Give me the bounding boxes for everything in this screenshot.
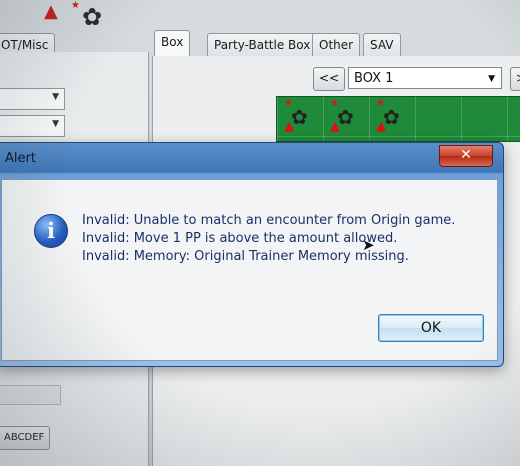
warning-icon: ▲	[284, 119, 294, 134]
box-next-button[interactable]: >	[510, 67, 520, 91]
chevron-down-icon: ▼	[52, 92, 59, 102]
tab-party-battle-box[interactable]: Party-Battle Box	[207, 33, 318, 56]
left-combo-1[interactable]: ▼	[0, 88, 65, 110]
box-slot-3[interactable]: ★ ✿ ▲	[373, 98, 413, 139]
box-select[interactable]: BOX 1 ▼	[348, 67, 502, 89]
tab-other[interactable]: Other	[312, 33, 361, 56]
alert-body: i Invalid: Unable to match an encounter …	[1, 179, 498, 361]
pokemon-sprite-icon: ✿	[82, 3, 103, 31]
alert-message-1: Invalid: Unable to match an encounter fr…	[82, 213, 456, 228]
warning-icon: ▲	[376, 119, 386, 134]
warning-icon: ▲	[44, 1, 58, 22]
screen: ▲ ★ ✿ OT/Misc ▼ ▼ ABCDEF Box Party-Battl…	[0, 0, 520, 466]
box-select-value: BOX 1	[354, 71, 394, 86]
box-grid: ★ ✿ ▲ ★ ✿ ▲ ★ ✿ ▲	[276, 96, 520, 142]
cursor-icon: ➤	[362, 236, 375, 254]
box-slot-2[interactable]: ★ ✿ ▲	[327, 98, 367, 139]
alert-title: Alert	[5, 151, 36, 166]
star-icon: ★	[71, 0, 80, 11]
left-combo-3[interactable]	[0, 385, 61, 405]
chevron-down-icon: ▼	[52, 119, 59, 129]
alert-dialog: Alert ✕ i Invalid: Unable to match an en…	[0, 142, 504, 367]
alert-message-3: Invalid: Memory: Original Trainer Memory…	[82, 249, 409, 264]
box-prev-button[interactable]: <<	[313, 67, 345, 91]
close-button[interactable]: ✕	[439, 145, 493, 167]
close-icon: ✕	[460, 147, 472, 163]
alert-message-2: Invalid: Move 1 PP is above the amount a…	[82, 231, 398, 246]
chevron-down-icon: ▼	[488, 74, 495, 84]
abc-button[interactable]: ABCDEF	[0, 426, 51, 450]
warning-icon: ▲	[330, 119, 340, 134]
left-combo-2[interactable]: ▼	[0, 115, 65, 137]
tab-sav[interactable]: SAV	[363, 33, 401, 56]
info-icon: i	[34, 214, 68, 248]
box-slot-1[interactable]: ★ ✿ ▲	[281, 98, 321, 139]
tab-box[interactable]: Box	[154, 30, 191, 56]
ok-button[interactable]: OK	[378, 314, 484, 342]
